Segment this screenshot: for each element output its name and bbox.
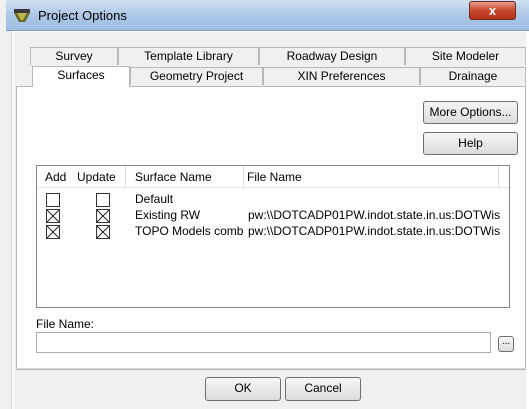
- app-icon: [14, 9, 30, 22]
- surface-name-cell: Default: [135, 192, 174, 206]
- tab-geometry-project[interactable]: Geometry Project: [130, 67, 263, 85]
- cross-check-icon: [47, 226, 59, 238]
- browse-button[interactable]: ...: [498, 336, 514, 352]
- button-label: OK: [234, 381, 252, 395]
- ok-button[interactable]: OK: [205, 377, 281, 401]
- tab-survey[interactable]: Survey: [30, 47, 118, 65]
- column-header-surface-name[interactable]: Surface Name: [132, 166, 244, 188]
- cross-check-icon: [97, 226, 109, 238]
- file-name-cell: pw:\\DOTCADP01PW.indot.state.in.us:DOTWi…: [248, 208, 501, 222]
- tab-label: XIN Preferences: [297, 69, 386, 83]
- surface-name-cell: TOPO Models comb: [135, 224, 244, 238]
- title-bar[interactable]: Project Options x: [6, 0, 529, 31]
- tab-label: Geometry Project: [149, 69, 244, 83]
- column-header-file-name[interactable]: File Name: [244, 166, 499, 188]
- button-label: More Options...: [429, 105, 512, 119]
- column-header-add[interactable]: Add: [42, 166, 72, 188]
- button-label: Help: [458, 136, 483, 150]
- update-checkbox[interactable]: [96, 225, 110, 239]
- background-window-edge: [0, 0, 12, 409]
- button-label: Cancel: [304, 381, 342, 395]
- cross-check-icon: [97, 210, 109, 222]
- tab-roadway-design[interactable]: Roadway Design: [259, 47, 405, 65]
- tab-drainage[interactable]: Drainage: [420, 67, 526, 85]
- tab-label: Template Library: [144, 49, 233, 63]
- update-checkbox[interactable]: [96, 193, 110, 207]
- tab-xin-preferences[interactable]: XIN Preferences: [263, 67, 420, 85]
- file-name-field[interactable]: [36, 332, 491, 353]
- update-checkbox[interactable]: [96, 209, 110, 223]
- window-title: Project Options: [38, 8, 127, 23]
- column-header-update[interactable]: Update: [74, 166, 126, 188]
- tab-label: Drainage: [448, 69, 498, 83]
- close-button[interactable]: x: [469, 1, 516, 20]
- button-label: ...: [501, 336, 511, 347]
- tab-label: Surfaces: [57, 68, 105, 82]
- tab-template-library[interactable]: Template Library: [118, 47, 259, 65]
- file-name-cell: pw:\\DOTCADP01PW.indot.state.in.us:DOTWi…: [248, 224, 501, 238]
- file-name-label: File Name:: [36, 317, 95, 331]
- tab-label: Survey: [55, 49, 93, 63]
- surface-name-cell: Existing RW: [135, 208, 201, 222]
- tab-site-modeler[interactable]: Site Modeler: [405, 47, 526, 65]
- cross-check-icon: [47, 210, 59, 222]
- add-checkbox[interactable]: [46, 193, 60, 207]
- bottom-divider: [16, 368, 526, 369]
- add-checkbox[interactable]: [46, 209, 60, 223]
- add-checkbox[interactable]: [46, 225, 60, 239]
- tab-surfaces[interactable]: Surfaces: [32, 66, 130, 87]
- help-button[interactable]: Help: [423, 132, 518, 155]
- cancel-button[interactable]: Cancel: [285, 377, 361, 401]
- close-icon: x: [488, 3, 497, 18]
- tab-label: Roadway Design: [286, 49, 378, 63]
- more-options-button[interactable]: More Options...: [423, 101, 518, 124]
- tab-label: Site Modeler: [431, 49, 500, 63]
- surfaces-list[interactable]: Add Update Surface Name File Name Defaul…: [36, 165, 510, 308]
